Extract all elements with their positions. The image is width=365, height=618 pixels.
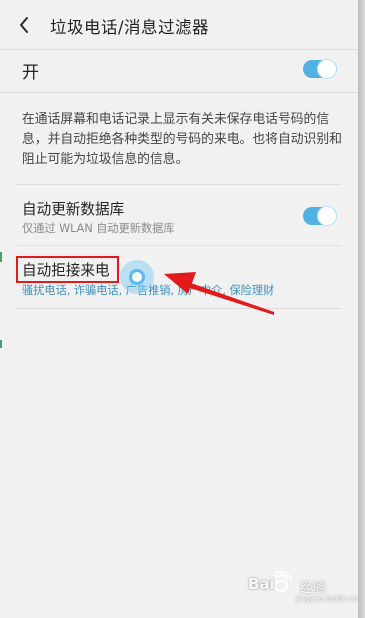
master-switch-label: 开 xyxy=(22,63,39,83)
back-button[interactable] xyxy=(14,13,36,37)
toggle-knob xyxy=(317,59,337,79)
page-title: 垃圾电话/消息过滤器 xyxy=(50,18,210,37)
row-divider xyxy=(16,245,342,246)
auto-update-subtitle: 仅通过 WLAN 自动更新数据库 xyxy=(22,222,175,235)
annotation-arrow-icon xyxy=(164,272,274,315)
auto-update-toggle[interactable] xyxy=(303,206,337,226)
background-strip xyxy=(358,0,365,618)
edge-mark xyxy=(0,340,2,348)
chevron-left-icon xyxy=(20,17,28,33)
master-toggle[interactable] xyxy=(303,59,337,79)
watermark-url: jingyan.baidu.com xyxy=(296,594,358,603)
section-divider xyxy=(0,92,358,93)
toggle-knob xyxy=(317,206,337,226)
annotation-highlight-box xyxy=(16,256,119,283)
phone-screen: 垃圾电话/消息过滤器 开 在通话屏幕和电话记录上显示有关未保存电话号码的信息，并… xyxy=(0,0,358,618)
edge-mark xyxy=(0,252,2,262)
app-header: 垃圾电话/消息过滤器 xyxy=(0,0,358,50)
master-switch-row[interactable]: 开 xyxy=(0,50,358,90)
touch-indicator-dot xyxy=(129,269,145,285)
watermark-brand: Bai xyxy=(248,575,275,593)
filter-description: 在通话屏幕和电话记录上显示有关未保存电话号码的信息，并自动拒绝各种类型的号码的来… xyxy=(22,112,342,167)
row-divider xyxy=(16,184,342,185)
auto-update-title: 自动更新数据库 xyxy=(22,201,125,218)
